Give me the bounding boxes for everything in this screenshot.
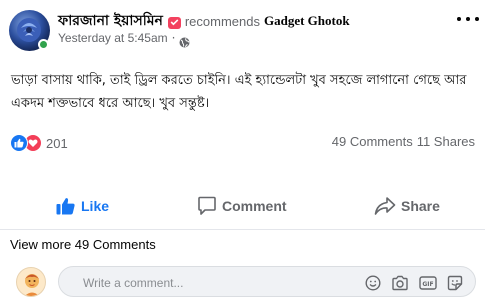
post-header: ফারজানা ইয়াসমিন recommends Gadget Ghoto… — [58, 12, 350, 30]
facebook-post: ফারজানা ইয়াসমিন recommends Gadget Ghoto… — [0, 0, 485, 303]
divider — [0, 229, 485, 230]
thumbs-up-icon — [56, 198, 75, 215]
page-name-link[interactable]: Gadget Ghotok — [264, 13, 350, 29]
post-body-text: ভাড়া বাসায় থাকি, তাই ড্রিল করতে চাইনি।… — [11, 73, 467, 111]
comment-button-label: Comment — [222, 198, 287, 214]
camera-icon[interactable] — [391, 275, 409, 291]
emoji-icon[interactable] — [365, 274, 381, 291]
share-button-label: Share — [401, 198, 440, 214]
comment-composer: GIF — [58, 266, 476, 297]
commenter-avatar[interactable] — [16, 267, 46, 297]
meta-separator: · — [171, 31, 176, 45]
online-status-dot — [38, 39, 49, 50]
globe-icon[interactable] — [179, 33, 190, 47]
action-bar: Like Comment Share — [0, 184, 485, 228]
sticker-icon[interactable] — [447, 275, 463, 291]
comment-bubble-icon — [198, 196, 216, 215]
gif-icon[interactable]: GIF — [419, 275, 437, 290]
recommends-text: recommends — [184, 13, 260, 29]
composer-icons: GIF — [365, 273, 463, 292]
cartoon-avatar-image — [24, 274, 40, 296]
shares-count-link[interactable]: 11 Shares — [417, 134, 475, 149]
svg-text:GIF: GIF — [422, 281, 433, 288]
post-meta: Yesterday at 5:45am · — [58, 30, 190, 47]
recommend-icon — [167, 15, 181, 29]
like-button[interactable]: Like — [56, 184, 109, 228]
more-options-icon[interactable] — [457, 12, 479, 26]
share-button[interactable]: Share — [374, 184, 440, 228]
comment-input[interactable] — [83, 274, 303, 291]
comments-count-link[interactable]: 49 Comments — [332, 134, 413, 149]
reaction-count: 201 — [46, 135, 68, 151]
reaction-summary[interactable]: 201 — [10, 133, 68, 153]
like-reaction-icon — [10, 134, 28, 152]
comment-button[interactable]: Comment — [197, 184, 287, 228]
engagement-counts: 49 Comments 11 Shares — [332, 134, 475, 149]
post-timestamp[interactable]: Yesterday at 5:45am — [58, 31, 168, 45]
share-arrow-icon — [374, 197, 396, 215]
view-more-comments-link[interactable]: View more 49 Comments — [10, 237, 156, 252]
like-button-label: Like — [81, 198, 110, 214]
